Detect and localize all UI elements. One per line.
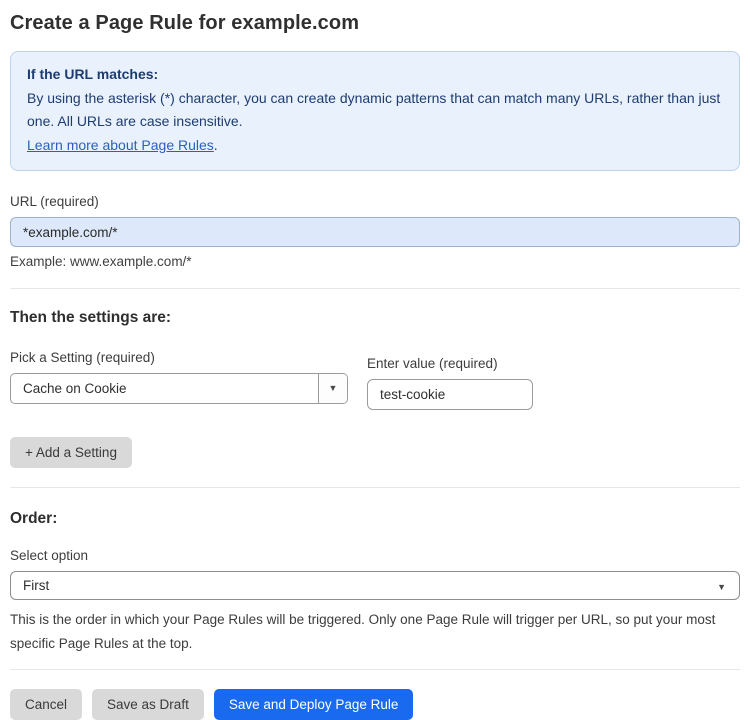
cancel-button[interactable]: Cancel [10,689,83,720]
pick-setting-label: Pick a Setting (required) [10,350,155,365]
setting-select[interactable]: Cache on Cookie ▼ [10,373,348,404]
setting-select-value: Cache on Cookie [23,381,127,396]
enter-value-column: Enter value (required) [367,356,533,410]
create-page-rule-form: Create a Page Rule for example.com If th… [0,0,750,720]
pick-setting-column: Pick a Setting (required) Cache on Cooki… [10,350,348,410]
form-actions: Cancel Save as Draft Save and Deploy Pag… [10,689,740,720]
chevron-down-icon: ▼ [328,383,338,393]
save-and-deploy-button[interactable]: Save and Deploy Page Rule [213,689,414,720]
divider [10,669,740,670]
order-helper-text: This is the order in which your Page Rul… [10,612,716,651]
order-select-label: Select option [10,548,89,563]
info-box-body: By using the asterisk (*) character, you… [27,89,721,130]
order-section-heading: Order: [10,510,58,527]
setting-row: Pick a Setting (required) Cache on Cooki… [10,350,740,410]
save-as-draft-button[interactable]: Save as Draft [92,689,204,720]
chevron-down-glyph: ▼ [717,581,726,592]
chevron-down-icon: ▼ [717,577,739,595]
url-input[interactable] [10,217,740,247]
setting-select-arrow-button[interactable]: ▼ [318,374,347,403]
divider [10,288,740,289]
info-box-link-line: Learn more about Page Rules. [27,134,723,158]
add-setting-button[interactable]: + Add a Setting [10,437,132,468]
learn-more-link[interactable]: Learn more about Page Rules [27,137,214,153]
setting-value-input[interactable] [367,379,533,410]
info-box-heading: If the URL matches: [27,66,159,82]
url-example-helper: Example: www.example.com/* [10,254,192,269]
order-select-value: First [23,578,50,593]
url-field-label: URL (required) [10,194,99,209]
divider [10,487,740,488]
enter-value-label: Enter value (required) [367,356,498,371]
url-match-info-box: If the URL matches: By using the asteris… [10,51,740,171]
settings-section-heading: Then the settings are: [10,309,172,326]
link-suffix: . [213,136,218,153]
page-title: Create a Page Rule for example.com [10,12,360,34]
order-select[interactable]: First ▼ [10,571,740,600]
